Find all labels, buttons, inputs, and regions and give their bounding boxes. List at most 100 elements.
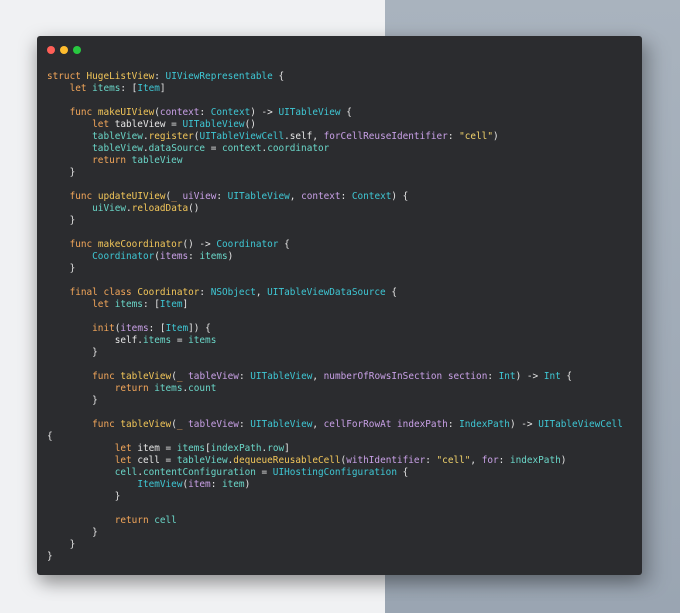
- code-line: }: [47, 263, 623, 275]
- close-dot-icon[interactable]: [47, 46, 55, 54]
- code-line: return tableView: [47, 155, 623, 167]
- code-token: forCellReuseIdentifier: [323, 131, 448, 142]
- code-token: }: [47, 263, 76, 274]
- code-token: :: [216, 191, 228, 202]
- code-token: ,: [312, 371, 324, 382]
- code-token: Item: [137, 83, 160, 94]
- code-line: }: [47, 491, 623, 503]
- code-token: {: [396, 467, 409, 478]
- code-line: return cell: [47, 515, 623, 527]
- code-token: UITableView: [250, 371, 313, 382]
- code-line: tableView.register(UITableViewCell.self,…: [47, 131, 623, 143]
- code-token: ) ->: [250, 107, 279, 118]
- code-token: final class: [69, 287, 138, 298]
- code-token: :: [238, 419, 251, 430]
- code-token: UITableViewCell: [199, 131, 285, 142]
- code-token: Coordinator: [137, 287, 200, 298]
- code-token: func: [69, 239, 98, 250]
- code-token: indexPath: [210, 443, 262, 454]
- code-token: return: [114, 515, 155, 526]
- code-token: tableView: [176, 455, 228, 466]
- code-line: init(items: [Item]) {: [47, 323, 623, 335]
- code-token: () ->: [182, 239, 217, 250]
- zoom-dot-icon[interactable]: [73, 46, 81, 54]
- code-token: :: [447, 419, 460, 430]
- code-token: items: [142, 335, 172, 346]
- code-token: uiView: [182, 191, 217, 202]
- code-token: }: [47, 167, 76, 178]
- code-token: items: [188, 335, 217, 346]
- code-token: func: [92, 371, 121, 382]
- code-token: ,: [255, 287, 268, 298]
- code-line: uiView.reloadData(): [47, 203, 623, 215]
- code-token: :: [238, 371, 251, 382]
- code-token: ]: [182, 299, 189, 310]
- code-token: UITableViewDataSource: [267, 287, 386, 298]
- code-token: Coordinator: [216, 239, 279, 250]
- code-token: : [: [120, 83, 138, 94]
- code-line: func makeUIView(context: Context) -> UIT…: [47, 107, 623, 119]
- code-line: ​: [47, 179, 623, 191]
- code-line: cell.contentConfiguration = UIHostingCon…: [47, 467, 623, 479]
- code-token: context: [301, 191, 341, 202]
- code-line: self.items = items: [47, 335, 623, 347]
- code-token: items: [92, 83, 121, 94]
- code-token: _: [176, 419, 189, 430]
- code-line: func makeCoordinator() -> Coordinator {: [47, 239, 623, 251]
- code-token: Context: [351, 191, 392, 202]
- code-token: cell: [154, 515, 177, 526]
- code-token: NSObject: [210, 287, 256, 298]
- code-token: UIViewRepresentable: [165, 71, 273, 82]
- code-token: :: [487, 371, 499, 382]
- code-token: item: [222, 479, 245, 490]
- code-token: contentConfiguration: [142, 467, 256, 478]
- code-token: cell: [114, 467, 138, 478]
- code-token: {: [272, 71, 285, 82]
- code-token: indexPath: [509, 455, 561, 466]
- code-token: func: [92, 419, 121, 430]
- code-token: :: [425, 455, 437, 466]
- code-line: ​: [47, 311, 623, 323]
- code-token: items: [159, 251, 189, 262]
- code-token: }: [47, 551, 53, 562]
- code-token: {: [340, 107, 352, 118]
- code-line: Coordinator(items: items): [47, 251, 623, 263]
- code-line: return items.count: [47, 383, 623, 395]
- code-token: dequeueReusableCell: [233, 455, 341, 466]
- code-token: _: [176, 371, 189, 382]
- code-token: cell =: [137, 455, 177, 466]
- code-line: let cell = tableView.dequeueReusableCell…: [47, 455, 623, 467]
- minimize-dot-icon[interactable]: [60, 46, 68, 54]
- code-token: UITableView: [227, 191, 290, 202]
- code-line: ​: [47, 227, 623, 239]
- code-token: makeCoordinator: [97, 239, 183, 250]
- code-token: withIdentifier: [346, 455, 426, 466]
- code-token: cellForRowAt indexPath: [323, 419, 448, 430]
- code-line: struct HugeListView: UIViewRepresentable…: [47, 71, 623, 83]
- code-token: ): [244, 479, 251, 490]
- code-token: .self,: [284, 131, 324, 142]
- code-line: let item = items[indexPath.row]: [47, 443, 623, 455]
- code-line: }: [47, 551, 623, 563]
- code-token: self.: [47, 335, 143, 346]
- code-token: ]) {: [188, 323, 211, 334]
- code-token: {: [278, 239, 290, 250]
- code-token: tableView: [131, 155, 183, 166]
- code-token: items: [154, 383, 183, 394]
- code-token: numberOfRowsInSection section: [323, 371, 488, 382]
- code-token: coordinator: [267, 143, 330, 154]
- code-token: ): [492, 131, 499, 142]
- code-token: tableView: [120, 371, 172, 382]
- code-line: func updateUIView(_ uiView: UITableView,…: [47, 191, 623, 203]
- code-token: "cell": [459, 131, 493, 142]
- code-token: ]: [284, 443, 290, 454]
